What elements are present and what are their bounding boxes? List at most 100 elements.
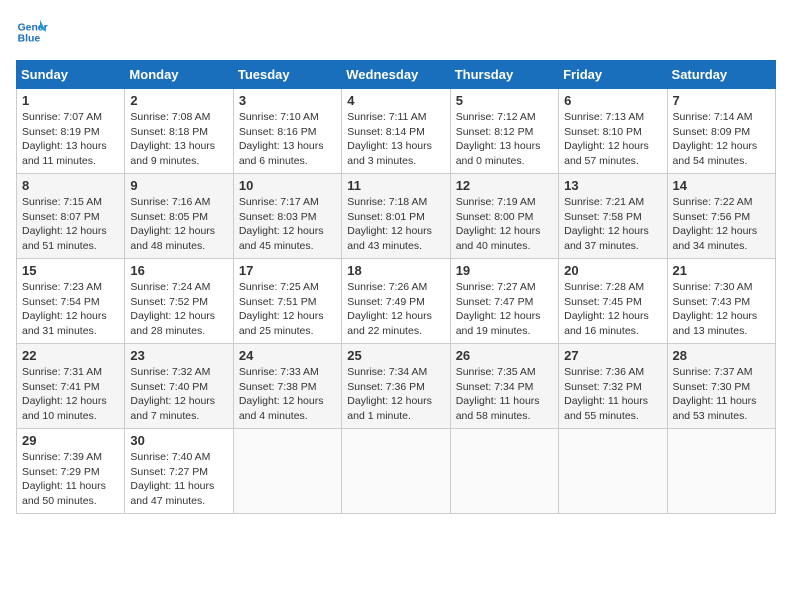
calendar-week-5: 29 Sunrise: 7:39 AM Sunset: 7:29 PM Dayli… (17, 429, 776, 514)
day-number: 17 (239, 263, 336, 278)
calendar-cell: 16Sunrise: 7:24 AM Sunset: 7:52 PM Dayli… (125, 259, 233, 344)
day-number: 24 (239, 348, 336, 363)
calendar-cell: 25Sunrise: 7:34 AM Sunset: 7:36 PM Dayli… (342, 344, 450, 429)
day-info: Sunrise: 7:15 AM Sunset: 8:07 PM Dayligh… (22, 195, 119, 254)
calendar-cell: 10 Sunrise: 7:17 AM Sunset: 8:03 PM Dayli… (233, 174, 341, 259)
day-info: Sunrise: 7:14 AM Sunset: 8:09 PM Dayligh… (673, 110, 770, 169)
calendar-cell: 19Sunrise: 7:27 AM Sunset: 7:47 PM Dayli… (450, 259, 558, 344)
calendar-cell: 30 Sunrise: 7:40 AM Sunset: 7:27 PM Dayli… (125, 429, 233, 514)
day-number: 9 (130, 178, 227, 193)
col-header-friday: Friday (559, 61, 667, 89)
logo-icon: General Blue (16, 16, 48, 48)
day-number: 23 (130, 348, 227, 363)
day-number: 5 (456, 93, 553, 108)
day-number: 22 (22, 348, 119, 363)
day-info: Sunrise: 7:26 AM Sunset: 7:49 PM Dayligh… (347, 280, 444, 339)
day-info: Sunrise: 7:39 AM Sunset: 7:29 PM Dayligh… (22, 450, 119, 509)
day-number: 12 (456, 178, 553, 193)
calendar-cell: 4 Sunrise: 7:11 AM Sunset: 8:14 PM Daylig… (342, 89, 450, 174)
calendar-week-3: 15 Sunrise: 7:23 AM Sunset: 7:54 PM Dayli… (17, 259, 776, 344)
day-info: Sunrise: 7:19 AM Sunset: 8:00 PM Dayligh… (456, 195, 553, 254)
day-number: 4 (347, 93, 444, 108)
day-number: 27 (564, 348, 661, 363)
day-number: 14 (673, 178, 770, 193)
day-info: Sunrise: 7:36 AM Sunset: 7:32 PM Dayligh… (564, 365, 661, 424)
day-info: Sunrise: 7:18 AM Sunset: 8:01 PM Dayligh… (347, 195, 444, 254)
calendar-cell: 18 Sunrise: 7:26 AM Sunset: 7:49 PM Dayli… (342, 259, 450, 344)
day-info: Sunrise: 7:32 AM Sunset: 7:40 PM Dayligh… (130, 365, 227, 424)
calendar-week-4: 22 Sunrise: 7:31 AM Sunset: 7:41 PM Dayli… (17, 344, 776, 429)
day-info: Sunrise: 7:07 AM Sunset: 8:19 PM Dayligh… (22, 110, 119, 169)
day-info: Sunrise: 7:28 AM Sunset: 7:45 PM Dayligh… (564, 280, 661, 339)
calendar-cell (559, 429, 667, 514)
day-number: 19 (456, 263, 553, 278)
calendar-cell: 20 Sunrise: 7:28 AM Sunset: 7:45 PM Dayli… (559, 259, 667, 344)
calendar-cell: 17 Sunrise: 7:25 AM Sunset: 7:51 PM Dayli… (233, 259, 341, 344)
calendar-cell: 13 Sunrise: 7:21 AM Sunset: 7:58 PM Dayli… (559, 174, 667, 259)
day-number: 30 (130, 433, 227, 448)
calendar-cell (233, 429, 341, 514)
calendar-cell: 11 Sunrise: 7:18 AM Sunset: 8:01 PM Dayli… (342, 174, 450, 259)
day-number: 3 (239, 93, 336, 108)
calendar-cell: 24 Sunrise: 7:33 AM Sunset: 7:38 PM Dayli… (233, 344, 341, 429)
day-info: Sunrise: 7:11 AM Sunset: 8:14 PM Dayligh… (347, 110, 444, 169)
day-info: Sunrise: 7:40 AM Sunset: 7:27 PM Dayligh… (130, 450, 227, 509)
calendar-cell: 8 Sunrise: 7:15 AM Sunset: 8:07 PM Daylig… (17, 174, 125, 259)
day-info: Sunrise: 7:13 AM Sunset: 8:10 PM Dayligh… (564, 110, 661, 169)
day-info: Sunrise: 7:08 AM Sunset: 8:18 PM Dayligh… (130, 110, 227, 169)
calendar-cell (450, 429, 558, 514)
calendar-table: SundayMondayTuesdayWednesdayThursdayFrid… (16, 60, 776, 514)
day-info: Sunrise: 7:22 AM Sunset: 7:56 PM Dayligh… (673, 195, 770, 254)
day-number: 21 (673, 263, 770, 278)
calendar-cell: 1 Sunrise: 7:07 AM Sunset: 8:19 PM Daylig… (17, 89, 125, 174)
day-number: 15 (22, 263, 119, 278)
day-info: Sunrise: 7:37 AM Sunset: 7:30 PM Dayligh… (673, 365, 770, 424)
calendar-cell: 2 Sunrise: 7:08 AM Sunset: 8:18 PM Daylig… (125, 89, 233, 174)
day-info: Sunrise: 7:23 AM Sunset: 7:54 PM Dayligh… (22, 280, 119, 339)
col-header-saturday: Saturday (667, 61, 775, 89)
day-number: 26 (456, 348, 553, 363)
day-info: Sunrise: 7:30 AM Sunset: 7:43 PM Dayligh… (673, 280, 770, 339)
col-header-wednesday: Wednesday (342, 61, 450, 89)
day-number: 2 (130, 93, 227, 108)
day-number: 11 (347, 178, 444, 193)
calendar-cell: 29 Sunrise: 7:39 AM Sunset: 7:29 PM Dayli… (17, 429, 125, 514)
calendar-cell: 28 Sunrise: 7:37 AM Sunset: 7:30 PM Dayli… (667, 344, 775, 429)
logo: General Blue (16, 16, 48, 48)
day-number: 8 (22, 178, 119, 193)
calendar-cell: 3 Sunrise: 7:10 AM Sunset: 8:16 PM Daylig… (233, 89, 341, 174)
day-info: Sunrise: 7:31 AM Sunset: 7:41 PM Dayligh… (22, 365, 119, 424)
day-number: 16 (130, 263, 227, 278)
day-info: Sunrise: 7:33 AM Sunset: 7:38 PM Dayligh… (239, 365, 336, 424)
calendar-cell: 26 Sunrise: 7:35 AM Sunset: 7:34 PM Dayli… (450, 344, 558, 429)
day-number: 29 (22, 433, 119, 448)
calendar-header-row: SundayMondayTuesdayWednesdayThursdayFrid… (17, 61, 776, 89)
day-number: 18 (347, 263, 444, 278)
calendar-cell: 6Sunrise: 7:13 AM Sunset: 8:10 PM Daylig… (559, 89, 667, 174)
day-number: 28 (673, 348, 770, 363)
day-info: Sunrise: 7:25 AM Sunset: 7:51 PM Dayligh… (239, 280, 336, 339)
calendar-cell: 9 Sunrise: 7:16 AM Sunset: 8:05 PM Daylig… (125, 174, 233, 259)
svg-text:Blue: Blue (18, 34, 41, 45)
calendar-cell: 15 Sunrise: 7:23 AM Sunset: 7:54 PM Dayli… (17, 259, 125, 344)
day-number: 20 (564, 263, 661, 278)
calendar-cell (667, 429, 775, 514)
day-info: Sunrise: 7:21 AM Sunset: 7:58 PM Dayligh… (564, 195, 661, 254)
day-info: Sunrise: 7:17 AM Sunset: 8:03 PM Dayligh… (239, 195, 336, 254)
day-info: Sunrise: 7:35 AM Sunset: 7:34 PM Dayligh… (456, 365, 553, 424)
calendar-cell (342, 429, 450, 514)
calendar-cell: 5 Sunrise: 7:12 AM Sunset: 8:12 PM Daylig… (450, 89, 558, 174)
day-number: 13 (564, 178, 661, 193)
day-number: 1 (22, 93, 119, 108)
day-info: Sunrise: 7:10 AM Sunset: 8:16 PM Dayligh… (239, 110, 336, 169)
calendar-cell: 23 Sunrise: 7:32 AM Sunset: 7:40 PM Dayli… (125, 344, 233, 429)
day-number: 7 (673, 93, 770, 108)
page-header: General Blue (16, 16, 776, 48)
col-header-sunday: Sunday (17, 61, 125, 89)
calendar-cell: 22 Sunrise: 7:31 AM Sunset: 7:41 PM Dayli… (17, 344, 125, 429)
day-info: Sunrise: 7:12 AM Sunset: 8:12 PM Dayligh… (456, 110, 553, 169)
calendar-cell: 14 Sunrise: 7:22 AM Sunset: 7:56 PM Dayli… (667, 174, 775, 259)
day-number: 10 (239, 178, 336, 193)
calendar-week-2: 8 Sunrise: 7:15 AM Sunset: 8:07 PM Daylig… (17, 174, 776, 259)
day-info: Sunrise: 7:16 AM Sunset: 8:05 PM Dayligh… (130, 195, 227, 254)
